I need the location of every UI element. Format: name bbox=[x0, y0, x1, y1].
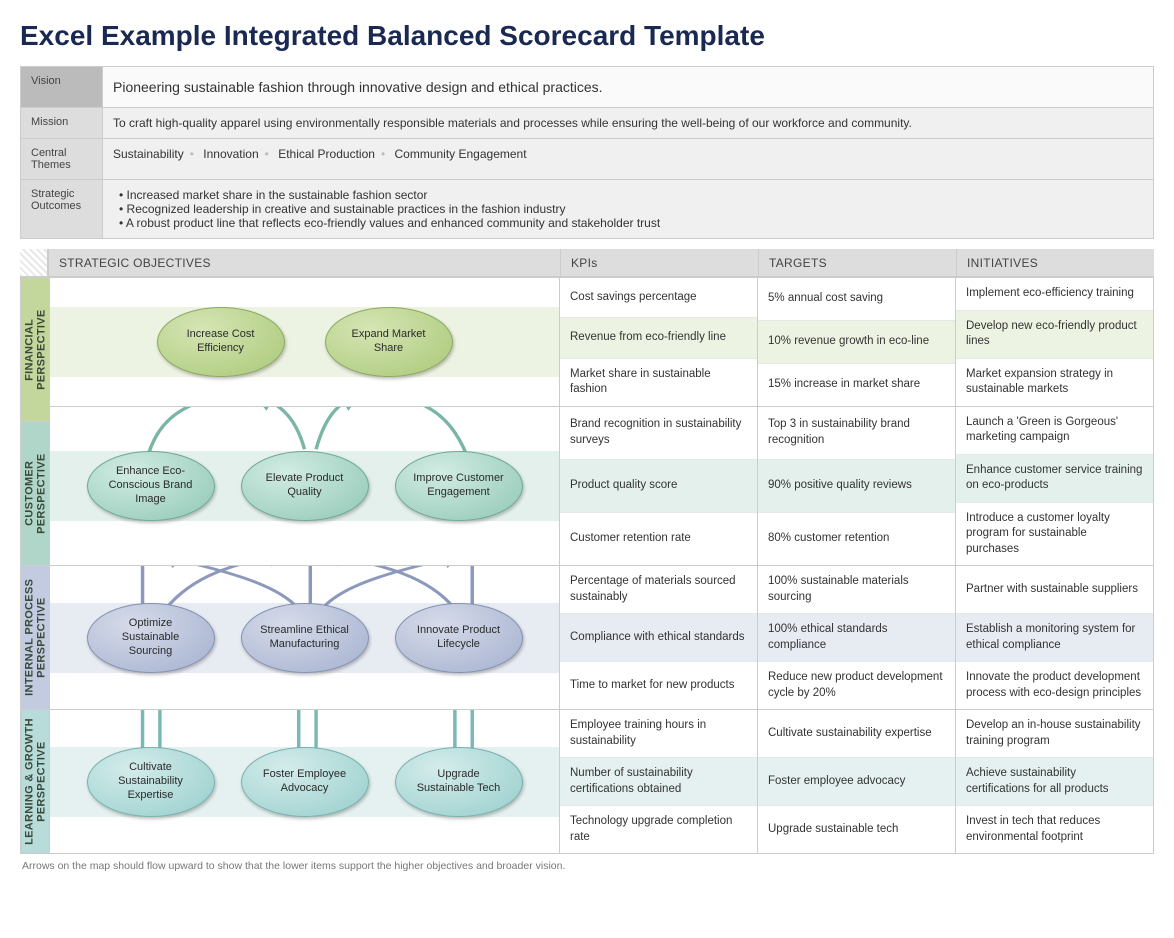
footnote: Arrows on the map should flow upward to … bbox=[20, 854, 1154, 878]
objective-oval: Cultivate Sustainability Expertise bbox=[87, 747, 215, 817]
objective-oval: Streamline Ethical Manufacturing bbox=[241, 603, 369, 673]
scorecard-main: STRATEGIC OBJECTIVES KPIs TARGETS INITIA… bbox=[20, 249, 1154, 854]
objective-oval: Elevate Product Quality bbox=[241, 451, 369, 521]
target-cell: 80% customer retention bbox=[758, 512, 955, 565]
initiative-cell: Introduce a customer loyalty program for… bbox=[956, 502, 1153, 566]
outcome-item: A robust product line that reflects eco-… bbox=[119, 216, 1143, 230]
objective-oval: Expand Market Share bbox=[325, 307, 453, 377]
kpi-cell: Employee training hours in sustainabilit… bbox=[560, 710, 757, 757]
header-table: Vision Pioneering sustainable fashion th… bbox=[20, 66, 1154, 239]
mission-value: To craft high-quality apparel using envi… bbox=[103, 108, 1154, 139]
objective-oval: Innovate Product Lifecycle bbox=[395, 603, 523, 673]
initiative-cell: Develop an in-house sustainability train… bbox=[956, 710, 1153, 757]
theme-item: Ethical Production bbox=[278, 147, 375, 161]
mission-label: Mission bbox=[21, 108, 103, 139]
perspective-row-learning: Cultivate Sustainability Expertise Foste… bbox=[49, 709, 1153, 853]
target-cell: 5% annual cost saving bbox=[758, 278, 955, 320]
vision-label: Vision bbox=[21, 67, 103, 108]
themes-value: Sustainability• Innovation• Ethical Prod… bbox=[103, 139, 1154, 180]
target-cell: 90% positive quality reviews bbox=[758, 459, 955, 512]
kpi-cell: Number of sustainability certifications … bbox=[560, 757, 757, 805]
kpi-cell: Time to market for new products bbox=[560, 661, 757, 709]
initiative-cell: Establish a monitoring system for ethica… bbox=[956, 613, 1153, 661]
outcomes-value: Increased market share in the sustainabl… bbox=[103, 180, 1154, 239]
target-cell: Foster employee advocacy bbox=[758, 757, 955, 805]
kpi-cell: Percentage of materials sourced sustaina… bbox=[560, 566, 757, 613]
outcome-item: Recognized leadership in creative and su… bbox=[119, 202, 1143, 216]
objective-oval: Foster Employee Advocacy bbox=[241, 747, 369, 817]
kpi-cell: Brand recognition in sustainability surv… bbox=[560, 407, 757, 459]
initiative-cell: Invest in tech that reduces environmenta… bbox=[956, 805, 1153, 853]
initiative-cell: Partner with sustainable suppliers bbox=[956, 566, 1153, 613]
perspective-label-customer: CUSTOMER PERSPECTIVE bbox=[21, 422, 49, 566]
initiative-cell: Achieve sustainability certifications fo… bbox=[956, 757, 1153, 805]
col-header-kpis: KPIs bbox=[560, 249, 758, 277]
initiative-cell: Enhance customer service training on eco… bbox=[956, 454, 1153, 502]
objective-oval: Enhance Eco-Conscious Brand Image bbox=[87, 451, 215, 521]
kpi-cell: Customer retention rate bbox=[560, 512, 757, 565]
kpi-cell: Cost savings percentage bbox=[560, 278, 757, 317]
kpi-cell: Market share in sustainable fashion bbox=[560, 358, 757, 406]
outcome-item: Increased market share in the sustainabl… bbox=[119, 188, 1143, 202]
col-header-objectives: STRATEGIC OBJECTIVES bbox=[48, 249, 560, 277]
target-cell: Reduce new product development cycle by … bbox=[758, 661, 955, 709]
initiative-cell: Innovate the product development process… bbox=[956, 661, 1153, 709]
corner-hatch bbox=[20, 249, 48, 277]
initiative-cell: Market expansion strategy in sustainable… bbox=[956, 358, 1153, 406]
theme-item: Community Engagement bbox=[394, 147, 526, 161]
initiative-cell: Implement eco-efficiency training bbox=[956, 278, 1153, 310]
target-cell: Top 3 in sustainability brand recognitio… bbox=[758, 407, 955, 459]
objective-oval: Increase Cost Efficiency bbox=[157, 307, 285, 377]
perspective-label-financial: FINANCIAL PERSPECTIVE bbox=[21, 278, 49, 422]
kpi-cell: Compliance with ethical standards bbox=[560, 613, 757, 661]
outcomes-label: Strategic Outcomes bbox=[21, 180, 103, 239]
target-cell: 15% increase in market share bbox=[758, 363, 955, 406]
theme-item: Sustainability bbox=[113, 147, 184, 161]
kpi-cell: Product quality score bbox=[560, 459, 757, 512]
objective-oval: Upgrade Sustainable Tech bbox=[395, 747, 523, 817]
initiative-cell: Develop new eco-friendly product lines bbox=[956, 310, 1153, 358]
target-cell: Upgrade sustainable tech bbox=[758, 805, 955, 853]
kpi-cell: Revenue from eco-friendly line bbox=[560, 317, 757, 357]
perspective-label-internal: INTERNAL PROCESS PERSPECTIVE bbox=[21, 566, 49, 710]
theme-item: Innovation bbox=[203, 147, 258, 161]
vision-value: Pioneering sustainable fashion through i… bbox=[103, 67, 1154, 108]
objective-oval: Optimize Sustainable Sourcing bbox=[87, 603, 215, 673]
target-cell: 100% ethical standards compliance bbox=[758, 613, 955, 661]
target-cell: 10% revenue growth in eco-line bbox=[758, 320, 955, 363]
perspective-sidebar: FINANCIAL PERSPECTIVE CUSTOMER PERSPECTI… bbox=[21, 278, 49, 853]
perspective-row-financial: Increase Cost Efficiency Expand Market S… bbox=[49, 278, 1153, 406]
col-header-initiatives: INITIATIVES bbox=[956, 249, 1154, 277]
themes-label: Central Themes bbox=[21, 139, 103, 180]
kpi-cell: Technology upgrade completion rate bbox=[560, 805, 757, 853]
perspective-row-internal: Optimize Sustainable Sourcing Streamline… bbox=[49, 565, 1153, 709]
initiative-cell: Launch a 'Green is Gorgeous' marketing c… bbox=[956, 407, 1153, 454]
perspective-row-customer: Enhance Eco-Conscious Brand Image Elevat… bbox=[49, 406, 1153, 566]
page-title: Excel Example Integrated Balanced Scorec… bbox=[20, 20, 1154, 52]
target-cell: 100% sustainable materials sourcing bbox=[758, 566, 955, 613]
target-cell: Cultivate sustainability expertise bbox=[758, 710, 955, 757]
perspective-label-learning: LEARNING & GROWTH PERSPECTIVE bbox=[21, 710, 49, 854]
objective-oval: Improve Customer Engagement bbox=[395, 451, 523, 521]
col-header-targets: TARGETS bbox=[758, 249, 956, 277]
